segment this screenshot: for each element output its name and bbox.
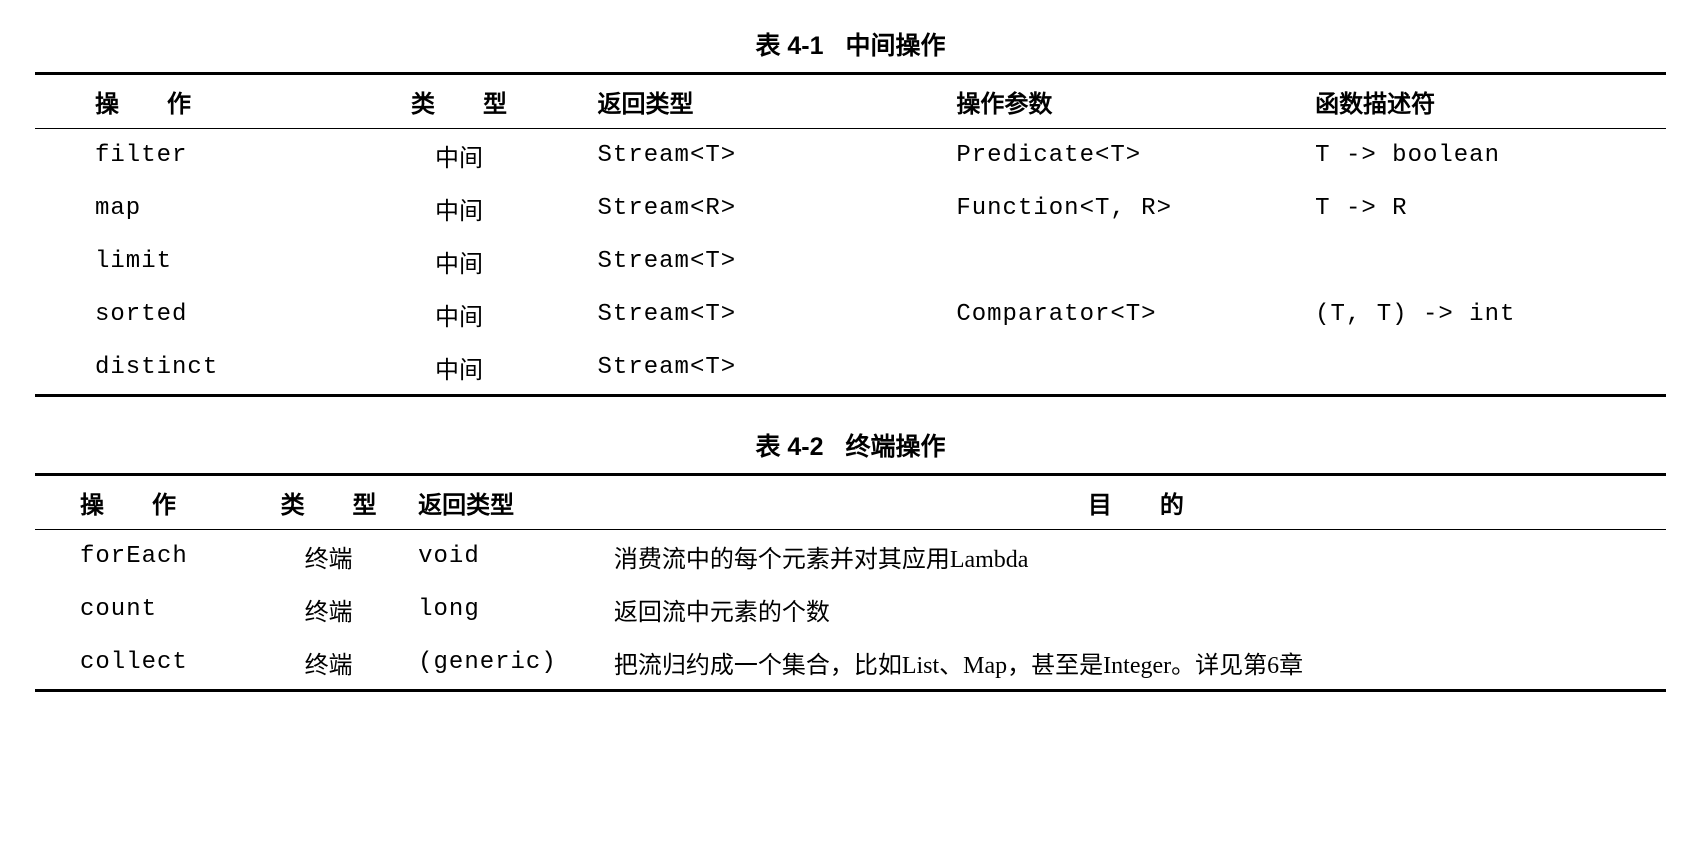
table-row: count 终端 long 返回流中元素的个数: [35, 583, 1666, 636]
cell-desc: T -> R: [1307, 182, 1666, 235]
cell-type: 中间: [329, 235, 590, 288]
cell-op: sorted: [35, 288, 329, 341]
cell-ret: (generic): [410, 636, 606, 691]
cell-purpose: 返回流中元素的个数: [606, 583, 1666, 636]
cell-type: 中间: [329, 129, 590, 183]
table-4-1-block: 表 4-1 中间操作 操 作 类 型 返回类型 操作参数 函数描述符 filter…: [35, 20, 1666, 397]
table-4-1-caption-title: 中间操作: [846, 32, 946, 60]
cell-desc: [1307, 235, 1666, 288]
cell-type: 终端: [247, 583, 410, 636]
th-op: 操 作: [35, 74, 329, 129]
cell-type: 中间: [329, 182, 590, 235]
table-row: sorted 中间 Stream<T> Comparator<T> (T, T)…: [35, 288, 1666, 341]
cell-purpose: 把流归约成一个集合，比如List、Map，甚至是Integer。详见第6章: [606, 636, 1666, 691]
table-row: distinct 中间 Stream<T>: [35, 341, 1666, 396]
table-4-1-header-row: 操 作 类 型 返回类型 操作参数 函数描述符: [35, 74, 1666, 129]
cell-type: 中间: [329, 341, 590, 396]
cell-type: 中间: [329, 288, 590, 341]
cell-op: limit: [35, 235, 329, 288]
table-4-2-caption: 表 4-2 终端操作: [35, 421, 1666, 473]
table-row: map 中间 Stream<R> Function<T, R> T -> R: [35, 182, 1666, 235]
table-4-1-caption-num: 表 4-1: [755, 32, 823, 60]
cell-op: filter: [35, 129, 329, 183]
cell-type: 终端: [247, 530, 410, 584]
table-4-1: 操 作 类 型 返回类型 操作参数 函数描述符 filter 中间 Stream…: [35, 72, 1666, 397]
table-row: filter 中间 Stream<T> Predicate<T> T -> bo…: [35, 129, 1666, 183]
cell-desc: T -> boolean: [1307, 129, 1666, 183]
cell-ret: Stream<T>: [590, 235, 949, 288]
cell-desc: [1307, 341, 1666, 396]
table-4-2-caption-title: 终端操作: [846, 433, 946, 461]
cell-desc: (T, T) -> int: [1307, 288, 1666, 341]
th-purpose: 目 的: [606, 475, 1666, 530]
cell-ret: void: [410, 530, 606, 584]
th-param: 操作参数: [948, 74, 1307, 129]
table-4-2-block: 表 4-2 终端操作 操 作 类 型 返回类型 目 的 forEach 终端 vo…: [35, 421, 1666, 692]
th-desc: 函数描述符: [1307, 74, 1666, 129]
cell-op: forEach: [35, 530, 247, 584]
th-type: 类 型: [329, 74, 590, 129]
cell-param: Function<T, R>: [948, 182, 1307, 235]
table-row: collect 终端 (generic) 把流归约成一个集合，比如List、Ma…: [35, 636, 1666, 691]
cell-ret: long: [410, 583, 606, 636]
table-row: limit 中间 Stream<T>: [35, 235, 1666, 288]
cell-op: distinct: [35, 341, 329, 396]
cell-op: count: [35, 583, 247, 636]
cell-param: [948, 341, 1307, 396]
th-ret: 返回类型: [590, 74, 949, 129]
cell-param: Comparator<T>: [948, 288, 1307, 341]
cell-ret: Stream<T>: [590, 288, 949, 341]
table-4-1-caption: 表 4-1 中间操作: [35, 20, 1666, 72]
cell-purpose: 消费流中的每个元素并对其应用Lambda: [606, 530, 1666, 584]
th-op: 操 作: [35, 475, 247, 530]
cell-ret: Stream<R>: [590, 182, 949, 235]
th-ret: 返回类型: [410, 475, 606, 530]
th-type: 类 型: [247, 475, 410, 530]
cell-op: collect: [35, 636, 247, 691]
cell-type: 终端: [247, 636, 410, 691]
table-row: forEach 终端 void 消费流中的每个元素并对其应用Lambda: [35, 530, 1666, 584]
cell-ret: Stream<T>: [590, 129, 949, 183]
table-4-2: 操 作 类 型 返回类型 目 的 forEach 终端 void 消费流中的每个…: [35, 473, 1666, 692]
table-4-2-header-row: 操 作 类 型 返回类型 目 的: [35, 475, 1666, 530]
cell-param: [948, 235, 1307, 288]
cell-param: Predicate<T>: [948, 129, 1307, 183]
cell-op: map: [35, 182, 329, 235]
table-4-2-caption-num: 表 4-2: [755, 433, 823, 461]
cell-ret: Stream<T>: [590, 341, 949, 396]
